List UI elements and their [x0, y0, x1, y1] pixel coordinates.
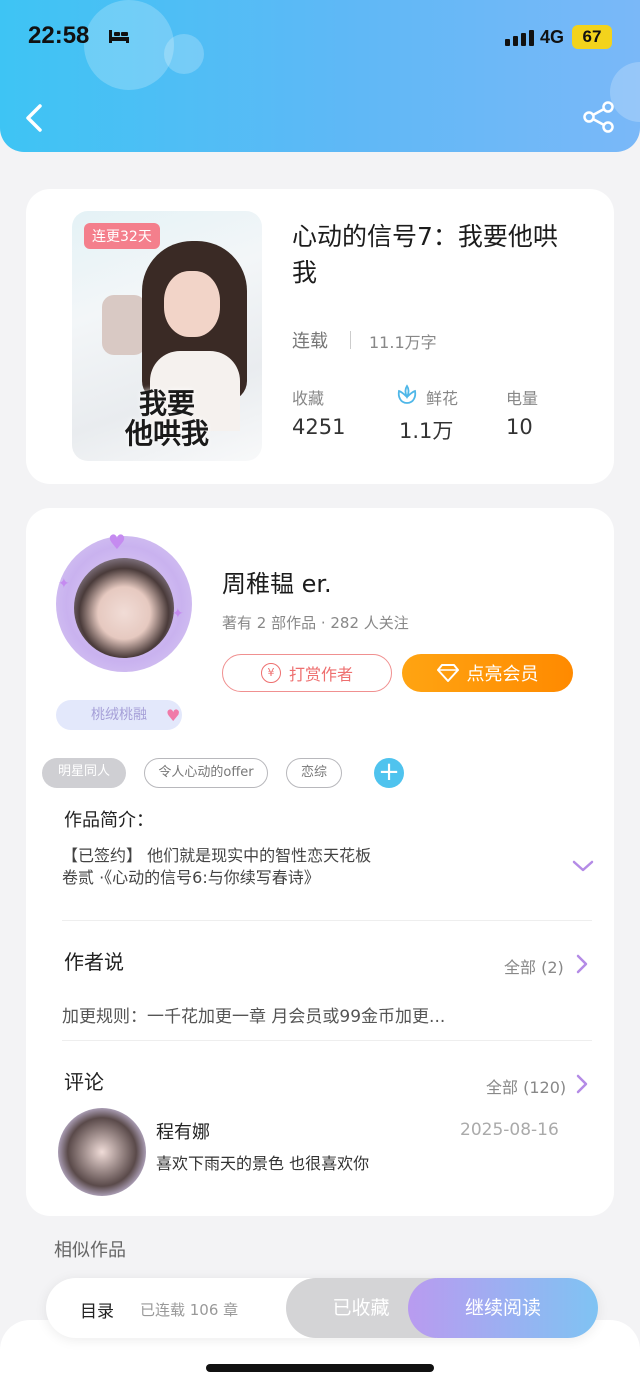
- chevron-down-icon[interactable]: [572, 858, 594, 874]
- share-icon[interactable]: [582, 100, 616, 134]
- update-streak-badge: 连更32天: [84, 223, 160, 249]
- stat-label-power: 电量: [506, 389, 539, 408]
- divider: [62, 1040, 592, 1041]
- author-says-title: 作者说: [64, 950, 124, 974]
- star-icon: ✦: [172, 606, 184, 622]
- book-cover[interactable]: 连更32天 我要 他哄我: [72, 211, 262, 461]
- yen-icon: ¥: [260, 663, 281, 683]
- avatar-photo: [74, 558, 174, 658]
- status-time: 22:58: [28, 22, 90, 49]
- bottom-action-bar: 目录 已连载 106 章 已收藏 继续阅读: [46, 1278, 598, 1338]
- diamond-icon: [436, 664, 459, 682]
- continue-reading-button[interactable]: 继续阅读: [408, 1278, 598, 1338]
- toc-button[interactable]: 目录: [80, 1297, 114, 1322]
- tip-author-button[interactable]: ¥ 打赏作者: [222, 654, 392, 692]
- author-badge: 桃绒桃融: [56, 700, 182, 730]
- author-says-more-link[interactable]: 全部 (2): [504, 954, 564, 978]
- author-meta: 著有 2 部作品 · 282 人关注: [222, 614, 409, 632]
- home-indicator: [206, 1364, 434, 1372]
- stat-value-flowers: 1.1万: [399, 419, 454, 443]
- comment-date: 2025-08-16: [460, 1120, 559, 1140]
- comments-title: 评论: [64, 1070, 104, 1094]
- battery-indicator: 67: [572, 25, 612, 49]
- back-icon[interactable]: [22, 100, 50, 136]
- tag-chip[interactable]: 明星同人: [42, 758, 126, 788]
- decor-bubble: [164, 34, 204, 74]
- activate-vip-button[interactable]: 点亮会员: [402, 654, 573, 692]
- divider: [62, 920, 592, 921]
- decor-bubble: [84, 0, 174, 90]
- stat-label-favorites: 收藏: [292, 389, 325, 408]
- comment-text: 喜欢下雨天的景色 也很喜欢你: [156, 1154, 370, 1173]
- add-tag-button[interactable]: +: [374, 758, 404, 788]
- flower-icon: [397, 384, 417, 404]
- cover-decor: [164, 271, 220, 337]
- word-count: 11.1万字: [369, 333, 437, 352]
- intro-line: 卷贰 ·《心动的信号6:与你续写春诗》: [62, 868, 320, 887]
- cover-title: 我要 他哄我: [124, 387, 209, 450]
- commenter-name[interactable]: 程有娜: [156, 1118, 210, 1144]
- tag-chip[interactable]: 恋综: [286, 758, 342, 788]
- activate-vip-label: 点亮会员: [466, 664, 539, 685]
- stat-value-favorites: 4251: [292, 415, 346, 439]
- comments-more-link[interactable]: 全部 (120): [486, 1074, 566, 1098]
- commenter-avatar[interactable]: [58, 1108, 146, 1196]
- author-avatar[interactable]: ♥ ✦ ✦: [56, 530, 192, 672]
- divider: [350, 331, 351, 349]
- network-type: 4G: [540, 27, 565, 47]
- author-name[interactable]: 周稚韫 er.: [222, 564, 332, 599]
- chevron-right-icon[interactable]: [576, 1074, 588, 1094]
- heart-icon: ♥: [166, 706, 181, 725]
- tip-author-label: 打赏作者: [288, 665, 353, 684]
- intro-title: 作品简介：: [64, 810, 154, 831]
- similar-works-title: 相似作品: [54, 1240, 126, 1261]
- heart-icon: ♥: [108, 530, 126, 554]
- stat-label-flowers: 鲜花: [426, 389, 459, 408]
- top-header: 22:58 4G 67: [0, 0, 640, 152]
- book-status: 连载: [292, 331, 328, 352]
- sleep-mode-icon: [109, 30, 129, 43]
- book-title: 心动的信号7：我要他哄我: [292, 222, 558, 287]
- signal-icon: [505, 30, 534, 46]
- chapter-count: 已连载 106 章: [140, 1301, 239, 1319]
- author-says-text: 加更规则：一千花加更一章 月会员或99金币加更...: [62, 1007, 446, 1027]
- star-icon: ✦: [58, 576, 70, 592]
- book-info-card: 连更32天 我要 他哄我 心动的信号7：我要他哄我 连载 11.1万字 收藏 4…: [26, 189, 614, 484]
- intro-line: 【已签约】 他们就是现实中的智性恋天花板: [62, 846, 372, 865]
- stat-value-power: 10: [506, 415, 533, 439]
- cover-decor: [102, 295, 146, 355]
- author-details-card: ♥ ✦ ✦ 桃绒桃融 ♥ 周稚韫 er. 著有 2 部作品 · 282 人关注 …: [26, 508, 614, 1216]
- chevron-right-icon[interactable]: [576, 954, 588, 974]
- tag-chip[interactable]: 令人心动的offer: [144, 758, 268, 788]
